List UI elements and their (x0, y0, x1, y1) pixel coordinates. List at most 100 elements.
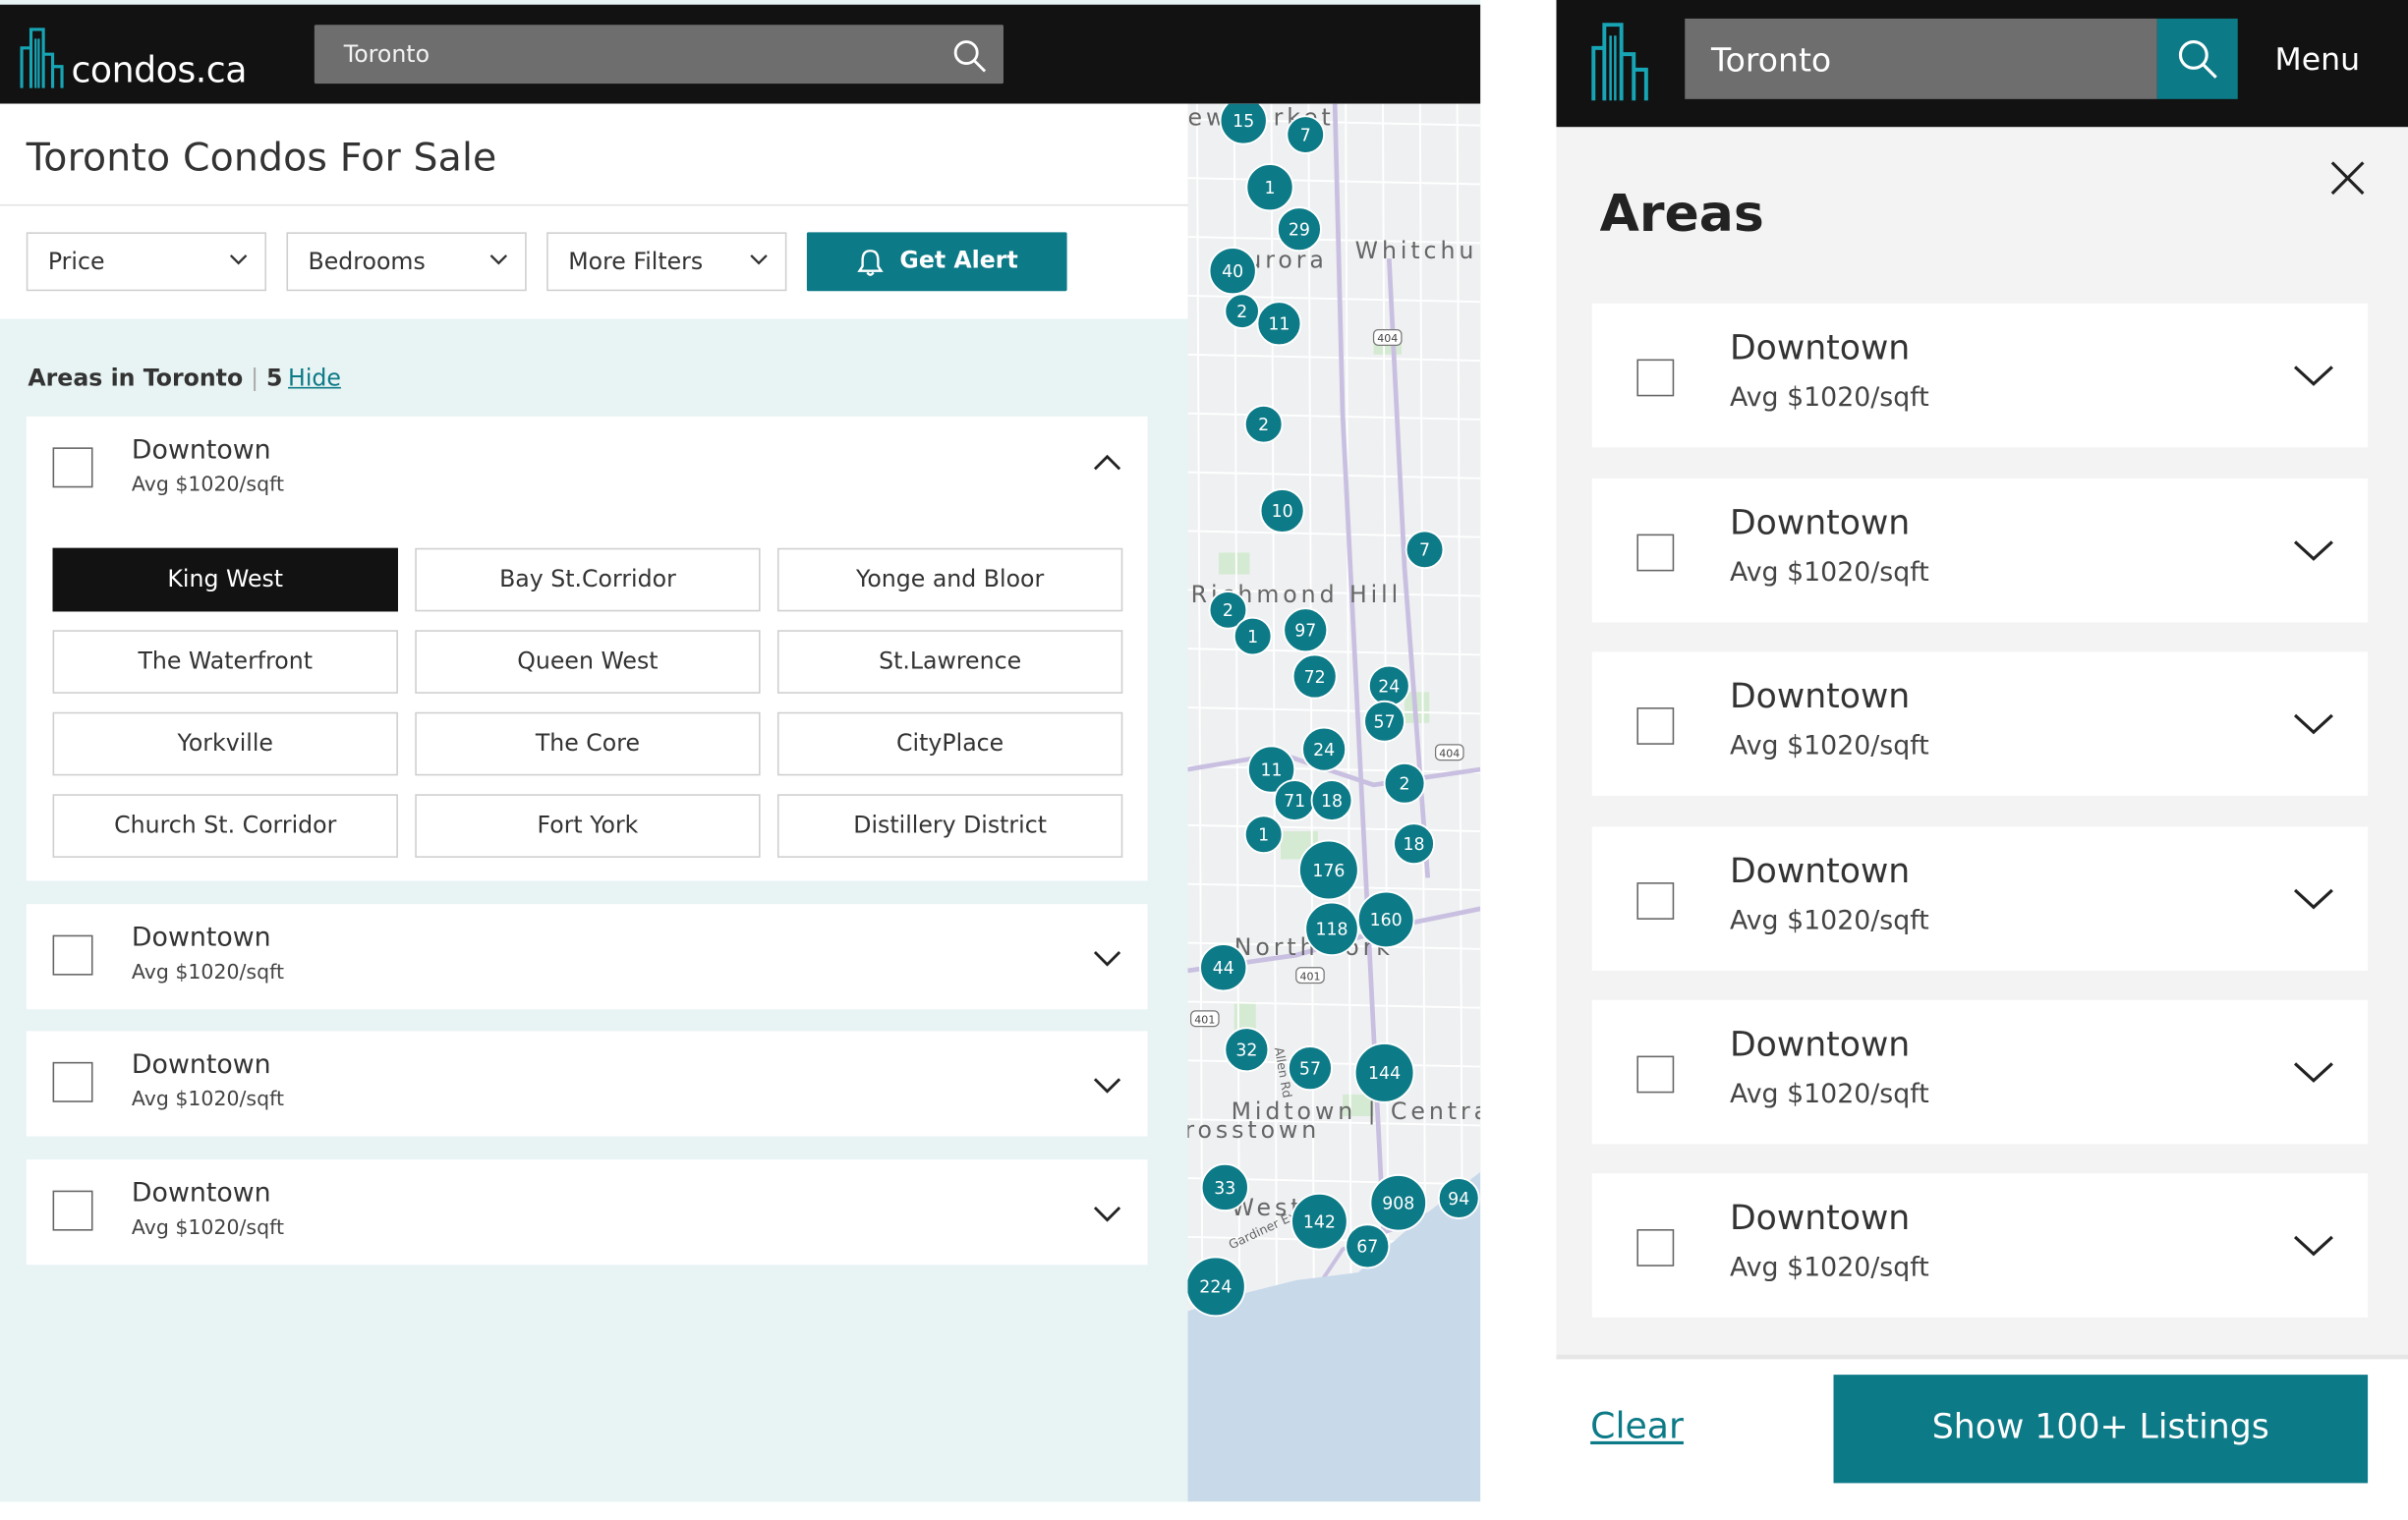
listing-cluster-marker[interactable]: 40 (1208, 247, 1257, 296)
listing-cluster-marker[interactable]: 44 (1199, 943, 1248, 992)
area-checkbox[interactable] (52, 1190, 93, 1231)
close-icon[interactable] (2329, 159, 2367, 197)
map-canvas[interactable]: ewmarketuroraWhitchuRichmond HillNorth Y… (1187, 103, 1481, 1502)
listing-cluster-marker[interactable]: 7 (1286, 115, 1326, 154)
listing-cluster-marker[interactable]: 2 (1224, 293, 1260, 329)
subarea-bay-st-corridor[interactable]: Bay St.Corridor (415, 547, 761, 612)
area-checkbox[interactable] (52, 1061, 93, 1102)
listing-cluster-marker[interactable]: 15 (1219, 103, 1268, 145)
listing-cluster-marker[interactable]: 32 (1224, 1027, 1270, 1073)
listing-cluster-marker[interactable]: 24 (1301, 726, 1347, 772)
chevron-down-icon[interactable] (2293, 540, 2333, 562)
subarea-the-waterfront[interactable]: The Waterfront (52, 630, 398, 694)
svg-text:2: 2 (1258, 416, 1269, 435)
get-alert-button[interactable]: Get Alert (806, 232, 1067, 292)
subarea-king-west[interactable]: King West (52, 547, 398, 612)
area-card[interactable]: Downtown Avg $1020/sqft (26, 1031, 1148, 1137)
clear-button[interactable]: Clear (1590, 1407, 1684, 1447)
listing-cluster-marker[interactable]: 118 (1304, 901, 1359, 957)
desktop-view: condos.ca Toronto Toronto Condos For Sal… (0, 0, 1481, 1502)
subarea-yorkville[interactable]: Yorkville (52, 711, 398, 776)
listing-cluster-marker[interactable]: 18 (1310, 779, 1353, 822)
listing-cluster-marker[interactable]: 57 (1287, 1045, 1333, 1092)
hide-areas-link[interactable]: Hide (288, 364, 341, 391)
svg-text:32: 32 (1235, 1041, 1257, 1061)
subarea-the-core[interactable]: The Core (415, 711, 761, 776)
chevron-down-icon[interactable] (2293, 1235, 2333, 1257)
listing-cluster-marker[interactable]: 10 (1259, 487, 1305, 534)
listing-cluster-marker[interactable]: 67 (1345, 1223, 1391, 1269)
area-checkbox[interactable] (52, 447, 93, 488)
listing-cluster-marker[interactable]: 908 (1369, 1173, 1428, 1232)
listing-cluster-marker[interactable]: 24 (1367, 664, 1410, 707)
listing-cluster-marker[interactable]: 33 (1200, 1162, 1249, 1212)
price-dropdown[interactable]: Price (26, 232, 267, 292)
area-card[interactable]: Downtown Avg $1020/sqft (1591, 303, 2369, 448)
chevron-down-icon[interactable] (1093, 1206, 1121, 1222)
chevron-down-icon[interactable] (2293, 888, 2333, 910)
area-checkbox[interactable] (1636, 359, 1675, 397)
mobile-search-input[interactable]: Toronto (1685, 18, 2157, 99)
area-card[interactable]: Downtown Avg $1020/sqft (1591, 999, 2369, 1145)
site-logo[interactable]: condos.ca (19, 27, 247, 91)
chevron-down-icon[interactable] (1093, 1078, 1121, 1095)
map-view[interactable]: ewmarketuroraWhitchuRichmond HillNorth Y… (1187, 103, 1481, 1502)
area-card[interactable]: Downtown Avg $1020/sqft (26, 904, 1148, 1010)
area-checkbox[interactable] (1636, 534, 1675, 572)
desktop-search-input[interactable]: Toronto (314, 25, 1003, 84)
area-card[interactable]: Downtown Avg $1020/sqft (1591, 651, 2369, 796)
subarea-st-lawrence[interactable]: St.Lawrence (776, 630, 1123, 694)
listing-cluster-marker[interactable]: 57 (1363, 700, 1406, 743)
subarea-church-st-corridor[interactable]: Church St. Corridor (52, 794, 398, 858)
chevron-down-icon[interactable] (1093, 950, 1121, 967)
listing-cluster-marker[interactable]: 11 (1256, 301, 1302, 347)
chevron-down-icon[interactable] (2293, 713, 2333, 735)
subarea-fort-york[interactable]: Fort York (415, 794, 761, 858)
listing-cluster-marker[interactable]: 142 (1290, 1192, 1348, 1251)
listing-cluster-marker[interactable]: 97 (1283, 607, 1329, 653)
show-listings-button[interactable]: Show 100+ Listings (1833, 1375, 2369, 1484)
listing-cluster-marker[interactable]: 72 (1291, 653, 1338, 700)
subarea-distillery-district[interactable]: Distillery District (776, 794, 1123, 858)
svg-text:401: 401 (1194, 1013, 1215, 1026)
bedrooms-dropdown[interactable]: Bedrooms (286, 232, 527, 292)
listing-cluster-marker[interactable]: 2 (1243, 404, 1284, 444)
listing-cluster-marker[interactable]: 224 (1187, 1256, 1246, 1318)
listing-cluster-marker[interactable]: 1 (1243, 815, 1284, 855)
area-card[interactable]: Downtown Avg $1020/sqft (1591, 826, 2369, 971)
search-button[interactable] (2156, 18, 2238, 99)
menu-button[interactable]: Menu (2275, 40, 2361, 78)
area-avg-price: Avg $1020/sqft (1729, 730, 1929, 762)
area-card[interactable]: Downtown Avg $1020/sqft (1591, 1173, 2369, 1318)
listing-cluster-marker[interactable]: 144 (1353, 1042, 1415, 1103)
chevron-down-icon[interactable] (2293, 366, 2333, 387)
svg-text:40: 40 (1222, 262, 1243, 282)
listing-cluster-marker[interactable]: 71 (1273, 779, 1316, 822)
listing-cluster-marker[interactable]: 1 (1233, 616, 1273, 656)
listing-cluster-marker[interactable]: 176 (1297, 839, 1359, 901)
chevron-down-icon[interactable] (2293, 1062, 2333, 1084)
area-checkbox[interactable] (1636, 882, 1675, 920)
area-checkbox[interactable] (1636, 707, 1675, 745)
listing-cluster-marker[interactable]: 160 (1356, 890, 1415, 949)
chevron-up-icon[interactable] (1093, 454, 1121, 471)
area-checkbox[interactable] (1636, 1055, 1675, 1094)
area-checkbox[interactable] (1636, 1229, 1675, 1267)
listing-cluster-marker[interactable]: 2 (1383, 761, 1426, 805)
search-icon[interactable] (950, 37, 988, 75)
area-avg-price: Avg $1020/sqft (1729, 1079, 1929, 1110)
listing-cluster-marker[interactable]: 7 (1405, 530, 1445, 570)
listing-cluster-marker[interactable]: 1 (1245, 163, 1294, 212)
area-card[interactable]: Downtown Avg $1020/sqft (1591, 478, 2369, 623)
subarea-queen-west[interactable]: Queen West (415, 630, 761, 694)
listing-cluster-marker[interactable]: 18 (1393, 822, 1435, 866)
more-filters-dropdown[interactable]: More Filters (546, 232, 787, 292)
listing-cluster-marker[interactable]: 29 (1276, 206, 1322, 253)
building-logo-icon[interactable] (1589, 20, 1651, 101)
area-card[interactable]: Downtown Avg $1020/sqft (26, 1159, 1148, 1266)
subarea-yonge-and-bloor[interactable]: Yonge and Bloor (776, 547, 1123, 612)
area-checkbox[interactable] (52, 934, 93, 976)
subarea-cityplace[interactable]: CityPlace (776, 711, 1123, 776)
listing-cluster-marker[interactable]: 94 (1437, 1177, 1480, 1219)
areas-heading: Areas in Toronto | 5 (28, 364, 282, 391)
